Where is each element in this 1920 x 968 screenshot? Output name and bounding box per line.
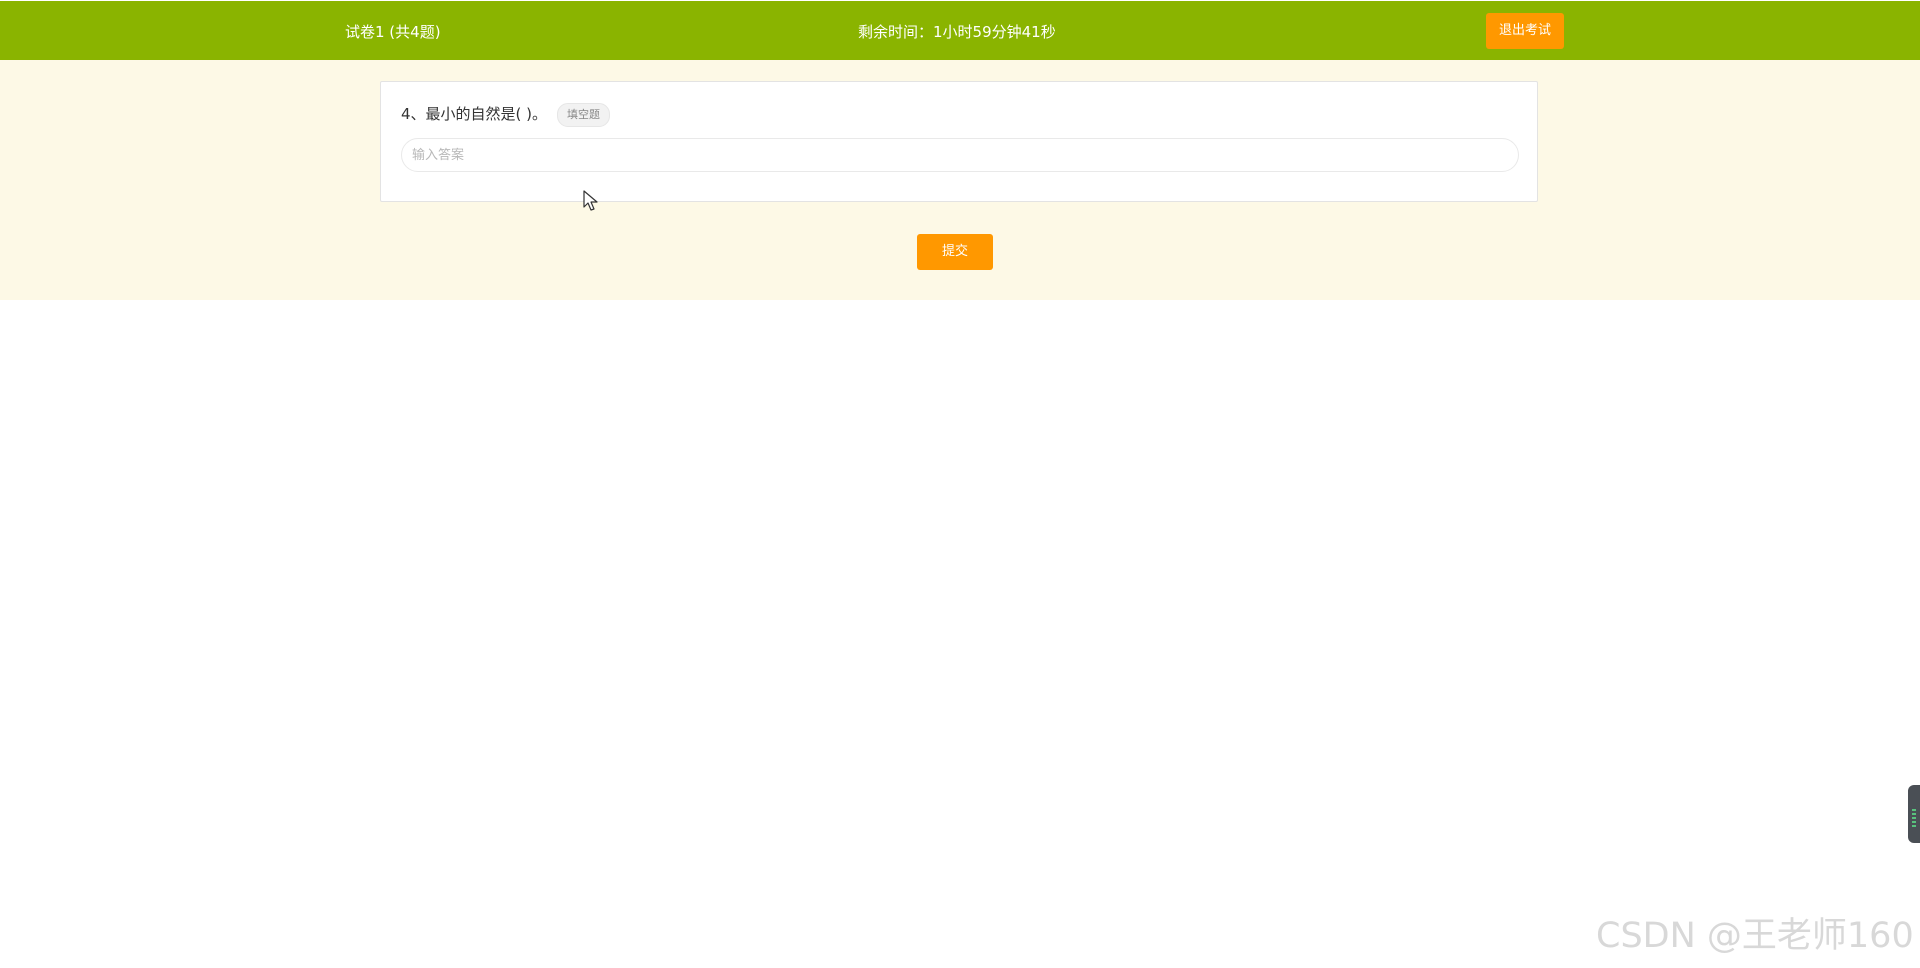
csdn-watermark: CSDN @王老师160 xyxy=(1596,916,1914,956)
question-type-tag: 填空题 xyxy=(557,103,610,127)
exam-page: 试卷1 (共4题) 剩余时间：1小时59分钟41秒 退出考试 4、最小的自然是(… xyxy=(0,0,1920,968)
remaining-time: 剩余时间：1小时59分钟41秒 xyxy=(858,23,1056,41)
question-text: 4、最小的自然是( )。 xyxy=(401,105,548,123)
answer-input[interactable] xyxy=(401,138,1519,172)
side-panel-handle[interactable] xyxy=(1908,785,1920,843)
exam-top-bar: 试卷1 (共4题) 剩余时间：1小时59分钟41秒 退出考试 xyxy=(0,1,1920,60)
submit-button[interactable]: 提交 xyxy=(917,234,993,270)
mouse-pointer-icon xyxy=(583,190,598,211)
exam-title: 试卷1 (共4题) xyxy=(345,23,441,41)
side-panel-indicator-icon xyxy=(1912,809,1916,829)
question-card: 4、最小的自然是( )。 填空题 xyxy=(380,81,1538,202)
exit-exam-button[interactable]: 退出考试 xyxy=(1486,13,1564,49)
